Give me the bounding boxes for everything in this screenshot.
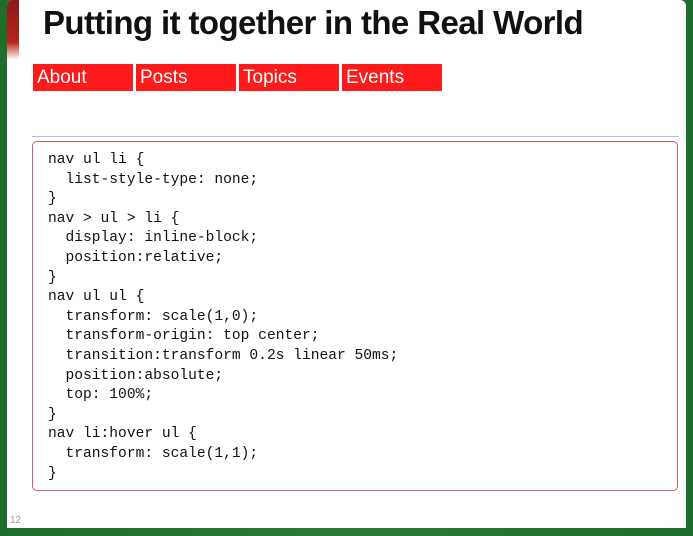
code-line: }	[48, 465, 57, 482]
divider	[32, 136, 679, 137]
code-line: nav ul li {	[48, 152, 145, 168]
code-line: }	[48, 269, 57, 286]
code-line: transform: scale(1,0);	[48, 308, 259, 325]
page-number: 12	[10, 515, 22, 526]
nav-item-about[interactable]: About	[33, 64, 133, 91]
slide-title: Putting it together in the Real World	[43, 4, 584, 41]
code-line: }	[48, 406, 57, 423]
frame-bottom	[0, 528, 693, 536]
code-line: nav li:hover ul {	[48, 426, 197, 443]
code-line: transform: scale(1,1);	[48, 445, 259, 462]
nav-bar: About Posts Topics Events	[33, 64, 442, 91]
code-line: nav > ul > li {	[48, 210, 180, 227]
code-line: list-style-type: none;	[48, 171, 259, 188]
slide: Putting it together in the Real World Ab…	[7, 0, 686, 536]
code-line: nav ul ul {	[48, 289, 145, 306]
code-block: nav ul li { list-style-type: none; } nav…	[32, 141, 678, 491]
code-line: display: inline-block;	[48, 230, 259, 247]
code-line: position:relative;	[48, 249, 224, 266]
nav-item-topics[interactable]: Topics	[239, 64, 339, 91]
code-line: position:absolute;	[48, 367, 224, 384]
nav-item-events[interactable]: Events	[342, 64, 442, 91]
code-line: }	[48, 191, 57, 208]
code-line: top: 100%;	[48, 387, 154, 404]
code-line: transition:transform 0.2s linear 50ms;	[48, 347, 399, 364]
corner-decoration	[7, 0, 19, 60]
code-line: transform-origin: top center;	[48, 328, 320, 345]
nav-item-posts[interactable]: Posts	[136, 64, 236, 91]
